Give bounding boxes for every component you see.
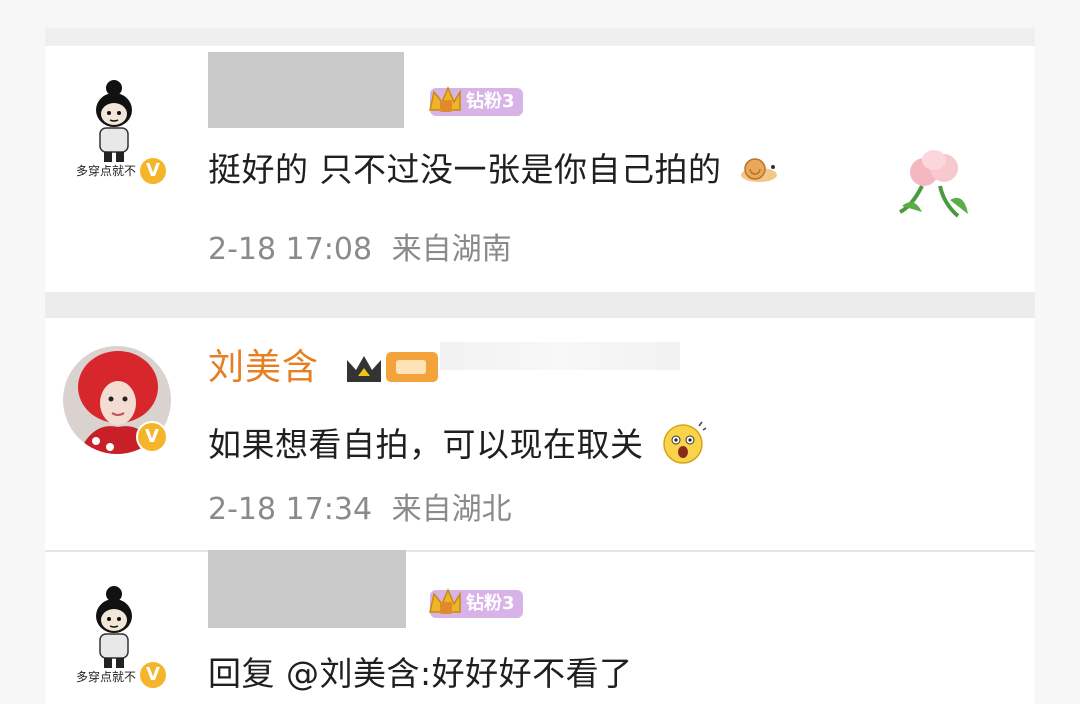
fan-crown-icon (429, 588, 461, 614)
comment-1-avatar[interactable]: 多穿点就不 V (70, 74, 168, 186)
comment-1-username-redacted (208, 52, 404, 128)
verified-v-icon: V (138, 156, 168, 186)
king-crown-icon (347, 356, 381, 382)
comment-2-body: 如果想看自拍，可以现在取关 (208, 425, 644, 464)
blurred-header-area (440, 342, 680, 370)
fan-badge-label: 钻粉3 (466, 593, 515, 614)
comment-3-username-redacted (208, 550, 406, 628)
comment-3-fan-badge: 钻粉3 (429, 588, 523, 618)
tulip-emoji-icon (899, 150, 968, 218)
snail-emoji-icon (740, 158, 777, 182)
comment-1-meta: 2-18 17:08 来自湖南 (208, 232, 512, 268)
comment-1-text: 挺好的 只不过没一张是你自己拍的 (208, 150, 781, 190)
surprised-emoji-icon (662, 421, 706, 464)
comment-2-meta: 2-18 17:34 来自湖北 (208, 492, 512, 528)
comment-3-text: 回复 @刘美含:好好好不看了 (208, 654, 633, 694)
avatar-caption: 多穿点就不 (76, 670, 137, 684)
verified-v-icon: V (136, 421, 168, 453)
comment-1-fan-badge: 钻粉3 (429, 86, 523, 116)
comment-3-avatar[interactable]: 多穿点就不 V (70, 580, 168, 690)
comment-1-location: 来自湖南 (391, 232, 512, 267)
comment-2-username[interactable]: 刘美含 (208, 348, 319, 388)
comment-3-body: 回复 @刘美含:好好好不看了 (208, 654, 633, 693)
comment-2-location: 来自湖北 (391, 492, 512, 527)
top-divider-strip (45, 28, 1035, 47)
comment-separator (45, 292, 1035, 318)
comment-1-time: 2-18 17:08 (208, 232, 373, 267)
comment-1-body: 挺好的 只不过没一张是你自己拍的 (208, 150, 722, 189)
avatar-caption: 多穿点就不 (76, 164, 137, 178)
fan-badge-label: 钻粉3 (466, 91, 515, 112)
comment-2-avatar[interactable]: V (62, 345, 172, 455)
fan-crown-icon (429, 86, 461, 112)
fan-level-badge (386, 352, 438, 382)
comment-2-time: 2-18 17:34 (208, 492, 373, 527)
comment-2-text: 如果想看自拍，可以现在取关 (208, 420, 707, 466)
verified-v-icon: V (138, 660, 168, 690)
